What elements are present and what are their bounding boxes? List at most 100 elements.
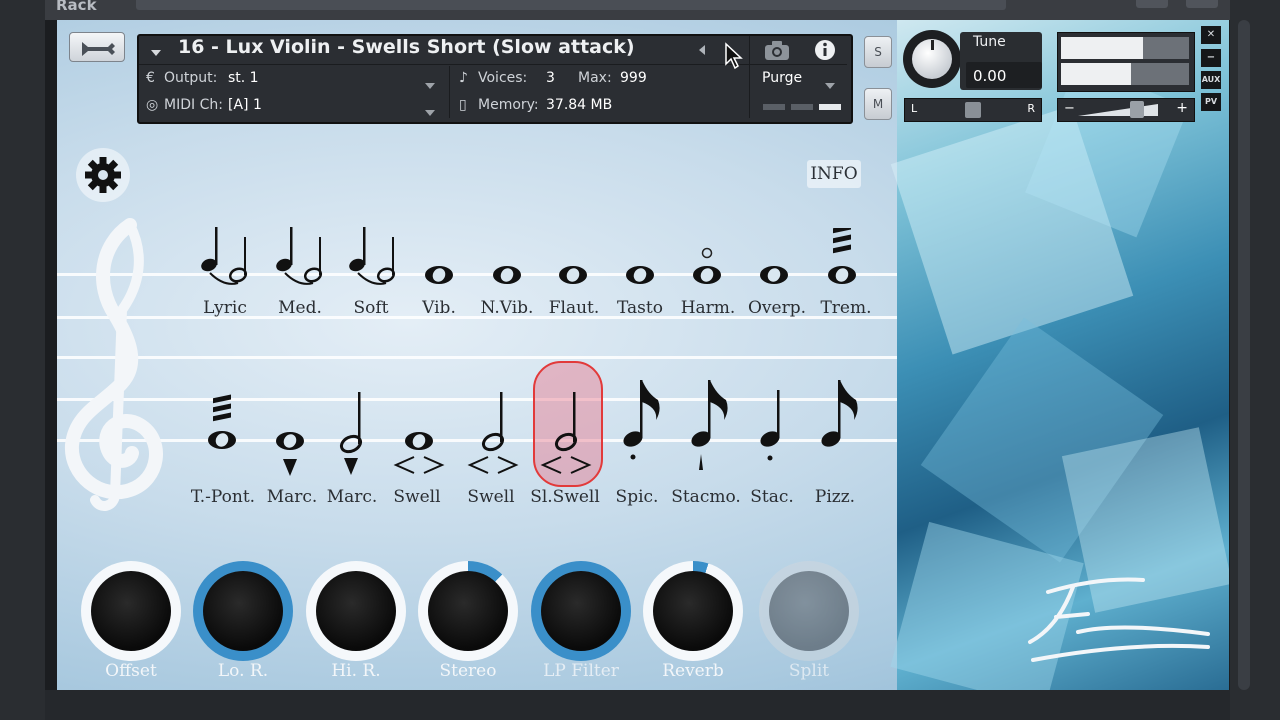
articulation-marc-half[interactable]: [336, 390, 370, 484]
articulation-sl-swell[interactable]: [539, 390, 593, 480]
articulation-soft[interactable]: [346, 225, 400, 293]
pan-left-label: L: [911, 102, 918, 115]
voices-label: Voices:: [478, 70, 528, 86]
knob-label: Lo. R.: [217, 661, 269, 681]
articulation-swell-whole[interactable]: [392, 429, 446, 481]
gear-icon: [85, 157, 121, 193]
rack-scrollbar[interactable]: [1238, 20, 1250, 690]
next-instrument-icon[interactable]: [724, 42, 744, 74]
articulation-overp[interactable]: [757, 263, 791, 291]
articulation-label: Sl.Swell: [530, 487, 600, 507]
pan-handle[interactable]: [965, 102, 981, 118]
memory-value: 37.84 MB: [546, 97, 613, 113]
tune-label: Tune: [973, 34, 1006, 50]
memory-icon: ▯: [459, 97, 467, 113]
brand-logo: [1018, 572, 1218, 676]
output-label: Output:: [164, 70, 218, 86]
articulation-trem[interactable]: [825, 224, 859, 292]
volume-minus-label: −: [1064, 101, 1075, 116]
rack-top-button-1[interactable]: [1136, 0, 1168, 8]
max-label: Max:: [578, 70, 612, 86]
articulation-spic[interactable]: [620, 378, 664, 468]
rack-bottom-bar: [45, 690, 1230, 720]
staff-line: [57, 356, 897, 359]
output-value[interactable]: st. 1: [228, 70, 259, 86]
reverb-knob[interactable]: [643, 561, 743, 661]
lo-r-knob[interactable]: [193, 561, 293, 661]
articulation-vib[interactable]: [422, 263, 456, 291]
tune-knob[interactable]: [903, 30, 961, 88]
instrument-title[interactable]: 16 - Lux Violin - Swells Short (Slow att…: [178, 36, 635, 58]
articulation-pizz[interactable]: [818, 378, 862, 456]
articulation-stac[interactable]: [757, 388, 791, 468]
knob-label: Hi. R.: [331, 661, 381, 681]
close-button[interactable]: ✕: [1201, 26, 1221, 44]
volume-handle[interactable]: [1130, 101, 1144, 118]
max-voices-value[interactable]: 999: [620, 70, 647, 86]
wrench-icon: [82, 42, 115, 56]
pv-button[interactable]: PV: [1201, 93, 1221, 111]
articulation-lyric[interactable]: [198, 225, 252, 293]
stereo-knob[interactable]: [418, 561, 518, 661]
articulation-tasto[interactable]: [623, 263, 657, 291]
offset-knob[interactable]: [81, 561, 181, 661]
articulation-label: Pizz.: [814, 487, 856, 507]
knob-label: Stereo: [439, 661, 497, 681]
pan-slider[interactable]: L R: [904, 98, 1042, 122]
pan-right-label: R: [1027, 102, 1035, 115]
output-dropdown-icon[interactable]: [424, 75, 436, 94]
articulation-nvib[interactable]: [490, 263, 524, 291]
info-icon[interactable]: [813, 38, 837, 66]
mute-button[interactable]: M: [864, 88, 892, 120]
volume-plus-label: +: [1176, 100, 1188, 116]
prev-instrument-icon[interactable]: [697, 42, 707, 61]
memory-meter-segment: [819, 104, 841, 110]
midi-value[interactable]: [A] 1: [228, 97, 262, 113]
articulation-label: T.-Pont.: [190, 487, 256, 507]
articulation-label: Trem.: [820, 298, 872, 318]
articulation-med[interactable]: [273, 225, 327, 293]
voices-icon: ♪: [459, 70, 468, 86]
collapse-arrow-icon[interactable]: [150, 43, 162, 62]
output-level-meter: [1057, 32, 1195, 92]
knob-label: Offset: [105, 661, 157, 681]
memory-meter-segment: [763, 104, 785, 110]
rack-top-field: [136, 0, 1006, 10]
midi-icon: ◎: [146, 97, 159, 113]
articulation-label: Overp.: [747, 298, 806, 318]
articulation-label: Spic.: [615, 487, 659, 507]
articulation-swell-half[interactable]: [466, 390, 520, 480]
knob-label: LP Filter: [543, 661, 619, 681]
edit-button[interactable]: [69, 32, 125, 62]
articulation-label: Lyric: [203, 298, 247, 318]
knob-label: Reverb: [662, 661, 724, 681]
volume-slider[interactable]: − +: [1057, 98, 1195, 122]
articulation-label: Harm.: [680, 298, 736, 318]
purge-button[interactable]: Purge: [762, 70, 802, 86]
rack-top-button-2[interactable]: [1186, 0, 1218, 8]
split-knob[interactable]: [759, 561, 859, 661]
articulation-flaut[interactable]: [556, 263, 590, 291]
hi-r-knob[interactable]: [306, 561, 406, 661]
output-icon: €: [146, 70, 155, 86]
lp-filter-knob[interactable]: [531, 561, 631, 661]
aux-button[interactable]: AUX: [1201, 71, 1221, 89]
articulation-label: Med.: [278, 298, 322, 318]
articulation-t-pont[interactable]: [205, 394, 239, 458]
solo-button[interactable]: S: [864, 36, 892, 68]
knob-label: Split: [788, 661, 830, 681]
header-divider: [749, 36, 750, 118]
rack-label: Rack: [56, 0, 97, 14]
articulation-stacmo[interactable]: [688, 378, 732, 476]
midi-dropdown-icon[interactable]: [424, 102, 436, 121]
minimize-button[interactable]: −: [1201, 49, 1221, 67]
rack-frame-left: [0, 0, 45, 720]
info-button[interactable]: INFO: [807, 160, 861, 188]
purge-dropdown-icon[interactable]: [824, 75, 836, 94]
articulation-harm[interactable]: [690, 246, 724, 292]
tune-value[interactable]: 0.00: [973, 67, 1006, 85]
snapshot-camera-icon[interactable]: [763, 39, 791, 65]
articulation-marc-whole[interactable]: [273, 429, 307, 483]
settings-button[interactable]: [76, 148, 130, 202]
articulation-label: Swell: [393, 487, 441, 507]
